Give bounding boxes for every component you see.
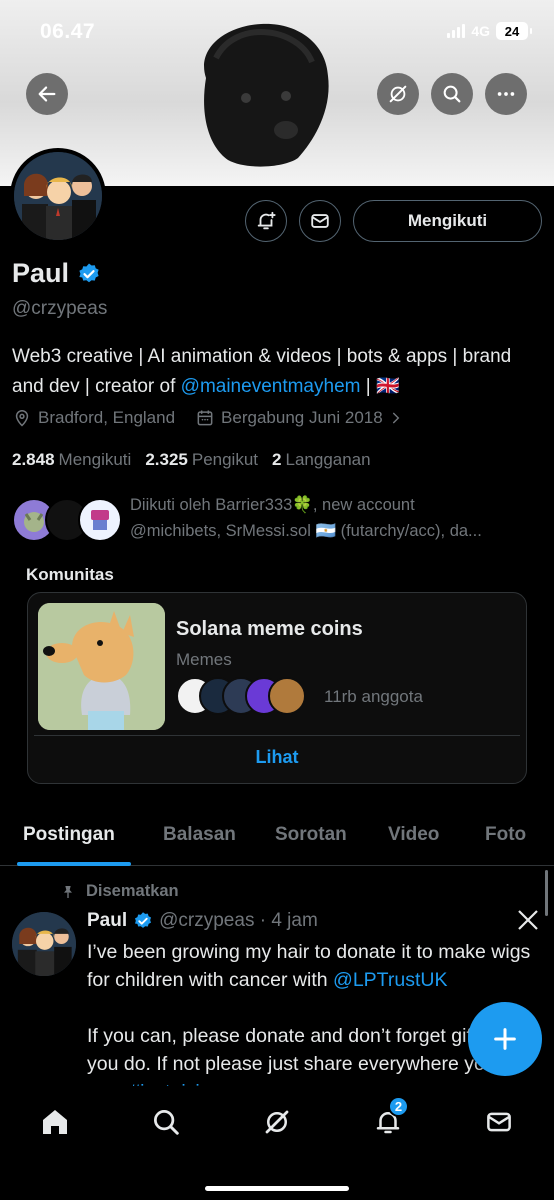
- member-avatar: [268, 677, 306, 715]
- post-mention-link[interactable]: @LPTrustUK: [333, 969, 447, 991]
- post-header: Paul @crzypeas · 4 jam: [87, 910, 318, 932]
- pinned-label: Disematkan: [60, 882, 179, 901]
- x-logo-icon: [518, 910, 538, 930]
- nav-grok[interactable]: [259, 1104, 295, 1140]
- join-date[interactable]: Bergabung Juni 2018: [195, 408, 403, 428]
- subscriptions-stat[interactable]: 2 Langganan: [272, 450, 371, 470]
- chevron-right-icon: [392, 412, 400, 424]
- profile-name-row: Paul: [12, 258, 101, 289]
- divider: [34, 735, 520, 736]
- tab-posts[interactable]: Postingan: [23, 824, 115, 846]
- profile-tabs: Postingan Balasan Sorotan Video Foto: [0, 806, 554, 866]
- grok-icon: [265, 1110, 289, 1134]
- more-icon: [497, 92, 515, 96]
- nav-notifications[interactable]: 2: [370, 1096, 409, 1140]
- notify-button[interactable]: [245, 200, 287, 242]
- tab-highlights[interactable]: Sorotan: [275, 824, 347, 846]
- home-icon: [43, 1110, 67, 1134]
- tab-replies[interactable]: Balasan: [163, 824, 236, 846]
- nav-messages[interactable]: [481, 1104, 517, 1140]
- network-type: 4G: [471, 23, 490, 39]
- avatar-illustration: [14, 152, 102, 240]
- join-date-text: Bergabung Juni 2018: [221, 408, 383, 427]
- pin-icon: [64, 885, 72, 898]
- notification-badge: 2: [388, 1096, 409, 1117]
- followed-by[interactable]: Diikuti oleh Barrier333🍀, new account @m…: [12, 490, 548, 550]
- verified-badge-icon: [135, 912, 152, 928]
- post-author-avatar[interactable]: [12, 912, 76, 976]
- community-section-label: Komunitas: [26, 565, 114, 584]
- location-pin-icon: [15, 410, 29, 427]
- community-view-button[interactable]: Lihat: [28, 747, 526, 768]
- profile-bio: Web3 creative | AI animation & videos | …: [12, 342, 542, 402]
- tab-video[interactable]: Video: [388, 824, 439, 846]
- message-button[interactable]: [299, 200, 341, 242]
- post-text[interactable]: I’ve been growing my hair to donate it t…: [87, 938, 537, 1106]
- back-button[interactable]: [26, 73, 68, 115]
- search-icon: [154, 1110, 179, 1135]
- battery-icon: 24: [496, 22, 532, 40]
- location-text: Bradford, England: [38, 408, 176, 427]
- grok-icon: [389, 85, 407, 103]
- following-button[interactable]: Mengikuti: [353, 200, 542, 242]
- community-title: Solana meme coins: [176, 618, 363, 640]
- followers-stat[interactable]: 2.325 Pengikut: [145, 450, 258, 470]
- profile-stats: 2.848 Mengikuti 2.325 Pengikut 2 Langganan: [12, 450, 371, 470]
- envelope-icon: [311, 214, 329, 228]
- active-tab-indicator: [17, 862, 131, 866]
- plus-icon: [494, 1028, 516, 1050]
- location: Bradford, England: [12, 408, 175, 428]
- profile-name: Paul: [12, 258, 70, 288]
- verified-badge-icon[interactable]: [77, 262, 101, 286]
- followed-by-text: Diikuti oleh Barrier333🍀, new account @m…: [130, 496, 482, 540]
- search-button[interactable]: [431, 73, 473, 115]
- profile-handle: @crzypeas: [12, 298, 108, 319]
- community-card[interactable]: Solana meme coins Memes 11rb anggota Lih…: [27, 592, 527, 784]
- post-meta: @crzypeas · 4 jam: [159, 910, 318, 931]
- community-member-count: 11rb anggota: [324, 687, 423, 706]
- nav-home[interactable]: [37, 1104, 73, 1140]
- grok-button[interactable]: [377, 73, 419, 115]
- tab-photos[interactable]: Foto: [485, 824, 526, 846]
- search-icon: [443, 85, 461, 103]
- signal-icon: [447, 24, 466, 38]
- follower-avatar: [78, 498, 122, 542]
- calendar-icon: [197, 410, 213, 426]
- status-indicators: 4G 24: [447, 22, 532, 40]
- compose-button[interactable]: [468, 1002, 542, 1076]
- status-bar: 06.47 4G 24: [0, 0, 554, 62]
- profile-avatar[interactable]: [10, 148, 106, 244]
- scrollbar[interactable]: [545, 870, 548, 916]
- bio-mention-link[interactable]: @maineventmayhem: [181, 376, 361, 397]
- arrow-left-icon: [38, 86, 56, 102]
- bio-text-end: | 🇬🇧: [360, 376, 400, 397]
- community-category: Memes: [176, 650, 232, 669]
- following-stat[interactable]: 2.848 Mengikuti: [12, 450, 131, 470]
- home-indicator: [205, 1186, 349, 1191]
- envelope-icon: [487, 1112, 511, 1132]
- nav-search[interactable]: [148, 1104, 184, 1140]
- bell-plus-icon: [257, 211, 276, 230]
- bottom-nav: 2: [0, 1086, 554, 1200]
- more-button[interactable]: [485, 73, 527, 115]
- status-time: 06.47: [40, 20, 96, 43]
- post-author-name[interactable]: Paul: [87, 910, 127, 932]
- profile-meta: Bradford, England Bergabung Juni 2018: [12, 408, 403, 428]
- community-members: 11rb anggota: [176, 677, 516, 717]
- community-image: [38, 603, 165, 730]
